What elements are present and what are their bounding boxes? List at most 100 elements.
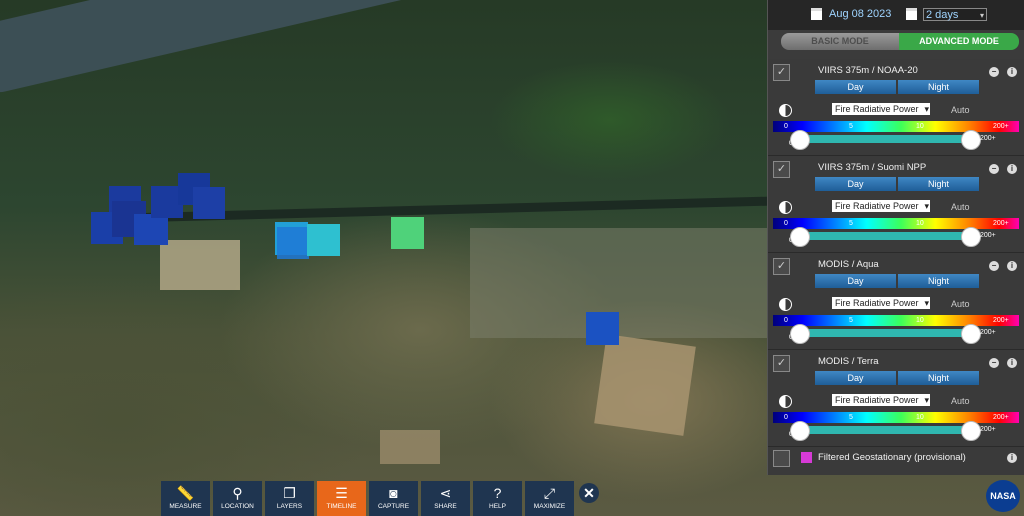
info-icon[interactable]: i (1007, 453, 1017, 463)
fire-detection[interactable] (134, 214, 168, 245)
layer-checkbox[interactable]: ✓ (773, 258, 790, 275)
metric-select[interactable]: Fire Radiative Power ▾ (832, 103, 930, 115)
info-icon[interactable]: i (1007, 358, 1017, 368)
calendar-icon[interactable] (811, 8, 822, 20)
range-select[interactable]: 2 days ▾ (923, 8, 987, 21)
night-button[interactable]: Night (898, 371, 979, 385)
scale-label: 200+ (993, 414, 1009, 421)
close-toolbar-button[interactable]: ✕ (579, 483, 599, 503)
info-icon[interactable]: i (1007, 261, 1017, 271)
fire-detection[interactable] (193, 187, 225, 219)
slider-handle-max[interactable] (961, 324, 981, 344)
day-button[interactable]: Day (815, 80, 896, 94)
color-scale: 0 5 10 200+ (773, 121, 1019, 132)
day-button[interactable]: Day (815, 371, 896, 385)
timeline-button[interactable]: ☰ TIMELINE (317, 481, 366, 516)
advanced-mode-button[interactable]: ADVANCED MODE (899, 33, 1019, 50)
layers-icon: ❐ (283, 485, 296, 501)
day-button[interactable]: Day (815, 274, 896, 288)
scale-label: 200+ (993, 220, 1009, 227)
scale-label: 0 (784, 220, 788, 227)
slider-handle-max[interactable] (961, 421, 981, 441)
color-swatch (801, 452, 812, 463)
contrast-icon[interactable] (779, 395, 792, 408)
slider-max-label: 200+ (980, 426, 996, 433)
contrast-icon[interactable] (779, 298, 792, 311)
night-button[interactable]: Night (898, 80, 979, 94)
fire-detection[interactable] (391, 217, 424, 249)
layer-name: Filtered Geostationary (provisional) (818, 452, 966, 463)
measure-button[interactable]: 📏 MEASURE (161, 481, 210, 516)
field (594, 334, 696, 436)
scale-label: 5 (849, 317, 853, 324)
mode-toggle[interactable]: BASIC MODE ADVANCED MODE (781, 33, 1019, 50)
toolbar-label: MAXIMIZE (533, 503, 566, 510)
layer-modis-aqua: ✓ MODIS / Aqua − i Day Night Fire Radiat… (768, 253, 1024, 350)
remove-icon[interactable]: − (989, 358, 999, 368)
layer-checkbox[interactable] (773, 450, 790, 467)
remove-icon[interactable]: − (989, 261, 999, 271)
basic-mode-button[interactable]: BASIC MODE (781, 33, 899, 50)
scale-label: 200+ (993, 123, 1009, 130)
nasa-logo[interactable]: NASA (986, 480, 1020, 512)
metric-select[interactable]: Fire Radiative Power ▾ (832, 394, 930, 406)
slider-handle-max[interactable] (961, 227, 981, 247)
scale-label: 10 (916, 220, 924, 227)
fire-detection[interactable] (586, 312, 619, 345)
chevron-down-icon: ▾ (924, 298, 929, 308)
scale-label: 10 (916, 414, 924, 421)
maximize-button[interactable]: ⤢ MAXIMIZE (525, 481, 574, 516)
river-channel (129, 196, 771, 223)
scale-label: 0 (784, 414, 788, 421)
day-button[interactable]: Day (815, 177, 896, 191)
layer-checkbox[interactable]: ✓ (773, 64, 790, 81)
date-bar: Aug 08 2023 2 days ▾ (768, 0, 1024, 30)
day-night-toggle: Day Night (815, 274, 979, 288)
slider-handle-min[interactable] (790, 324, 810, 344)
fire-detection[interactable] (277, 227, 309, 259)
metric-select[interactable]: Fire Radiative Power ▾ (832, 297, 930, 309)
remove-icon[interactable]: − (989, 67, 999, 77)
contrast-icon[interactable] (779, 201, 792, 214)
layer-checkbox[interactable]: ✓ (773, 161, 790, 178)
night-button[interactable]: Night (898, 274, 979, 288)
day-night-toggle: Day Night (815, 80, 979, 94)
slider-max-label: 200+ (980, 329, 996, 336)
remove-icon[interactable]: − (989, 164, 999, 174)
info-icon[interactable]: i (1007, 164, 1017, 174)
range-slider[interactable] (798, 135, 968, 143)
camera-icon: ◙ (389, 485, 398, 501)
slider-handle-min[interactable] (790, 421, 810, 441)
range-slider[interactable] (798, 232, 968, 240)
scale-label: 5 (849, 414, 853, 421)
help-icon: ? (493, 485, 502, 501)
auto-label: Auto (951, 299, 970, 309)
share-button[interactable]: ⋖ SHARE (421, 481, 470, 516)
logo-text: NASA (990, 491, 1016, 501)
share-icon: ⋖ (439, 485, 452, 501)
calendar-range-icon[interactable] (906, 8, 917, 20)
date-label[interactable]: Aug 08 2023 (829, 8, 891, 20)
slider-handle-max[interactable] (961, 130, 981, 150)
slider-handle-min[interactable] (790, 227, 810, 247)
layer-checkbox[interactable]: ✓ (773, 355, 790, 372)
chevron-down-icon: ▾ (924, 395, 929, 405)
chevron-down-icon: ▾ (979, 11, 984, 20)
range-slider[interactable] (798, 426, 968, 434)
info-icon[interactable]: i (1007, 67, 1017, 77)
contrast-icon[interactable] (779, 104, 792, 117)
help-button[interactable]: ? HELP (473, 481, 522, 516)
layer-modis-terra: ✓ MODIS / Terra − i Day Night Fire Radia… (768, 350, 1024, 447)
night-button[interactable]: Night (898, 177, 979, 191)
scale-label: 10 (916, 317, 924, 324)
layer-filtered-geostationary: Filtered Geostationary (provisional) i (768, 447, 1024, 475)
location-button[interactable]: ⚲ LOCATION (213, 481, 262, 516)
capture-button[interactable]: ◙ CAPTURE (369, 481, 418, 516)
range-value: 2 days (926, 9, 959, 21)
layers-button[interactable]: ❐ LAYERS (265, 481, 314, 516)
slider-handle-min[interactable] (790, 130, 810, 150)
range-slider[interactable] (798, 329, 968, 337)
field (160, 240, 240, 290)
fire-detection[interactable] (307, 224, 340, 256)
metric-select[interactable]: Fire Radiative Power ▾ (832, 200, 930, 212)
